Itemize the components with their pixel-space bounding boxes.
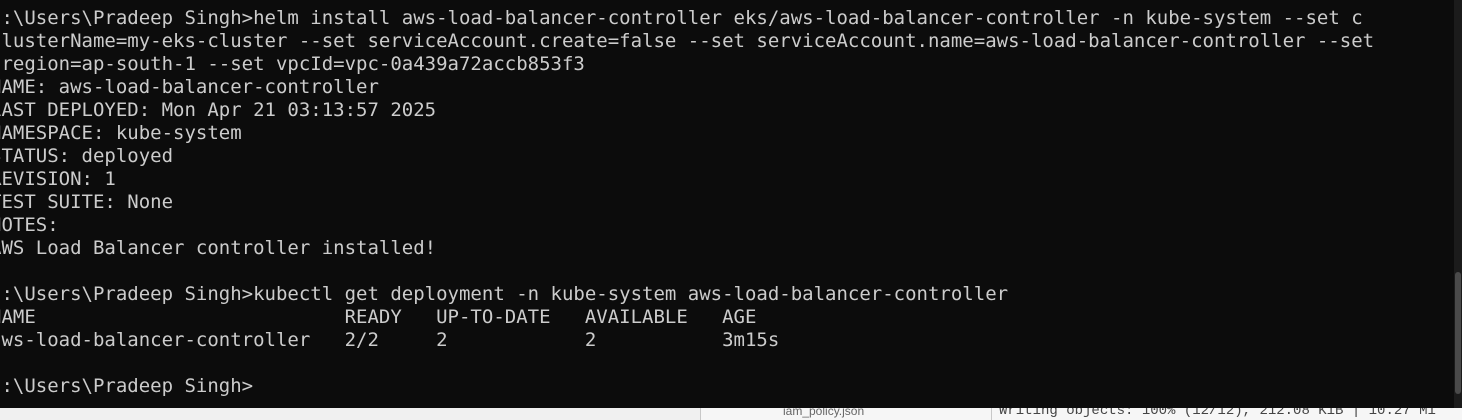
terminal-line: NAMESPACE: kube-system bbox=[0, 122, 242, 144]
background-status-text: Writing objects: 100% (12/12), 212.08 Ki… bbox=[999, 408, 1436, 419]
desktop: iam_policy.json Writing objects: 100% (1… bbox=[0, 0, 1462, 420]
terminal-line: STATUS: deployed bbox=[0, 145, 174, 167]
background-window[interactable]: iam_policy.json Writing objects: 100% (1… bbox=[700, 408, 1462, 420]
background-divider bbox=[991, 408, 992, 420]
terminal-line: C:\Users\Pradeep Singh>helm install aws-… bbox=[0, 7, 1363, 29]
terminal-line: C:\Users\Pradeep Singh>kubectl get deplo… bbox=[0, 283, 1009, 305]
terminal-line: C:\Users\Pradeep Singh> bbox=[0, 375, 254, 397]
terminal-line: TEST SUITE: None bbox=[0, 191, 174, 213]
terminal-scrollbar[interactable] bbox=[1454, 0, 1462, 408]
terminal-line: region=ap-south-1 --set vpcId=vpc-0a439a… bbox=[0, 53, 585, 75]
terminal-line: aws-load-balancer-controller 2/2 2 2 3m1… bbox=[0, 329, 780, 351]
terminal-line: AWS Load Balancer controller installed! bbox=[0, 237, 437, 259]
terminal-line: clusterName=my-eks-cluster --set service… bbox=[0, 30, 1375, 52]
terminal-window[interactable]: C:\Users\Pradeep Singh>helm install aws-… bbox=[0, 0, 1454, 408]
terminal-line: NAME READY UP-TO-DATE AVAILABLE AGE bbox=[0, 306, 757, 328]
terminal-line: REVISION: 1 bbox=[0, 168, 116, 190]
terminal-line: NAME: aws-load-balancer-controller bbox=[0, 76, 379, 98]
scrollbar-thumb[interactable] bbox=[1455, 272, 1461, 394]
terminal-output[interactable]: C:\Users\Pradeep Singh>helm install aws-… bbox=[0, 7, 1374, 398]
terminal-line: LAST DEPLOYED: Mon Apr 21 03:13:57 2025 bbox=[0, 99, 437, 121]
terminal-line: NOTES: bbox=[0, 214, 59, 236]
background-file-label[interactable]: iam_policy.json bbox=[783, 408, 864, 418]
